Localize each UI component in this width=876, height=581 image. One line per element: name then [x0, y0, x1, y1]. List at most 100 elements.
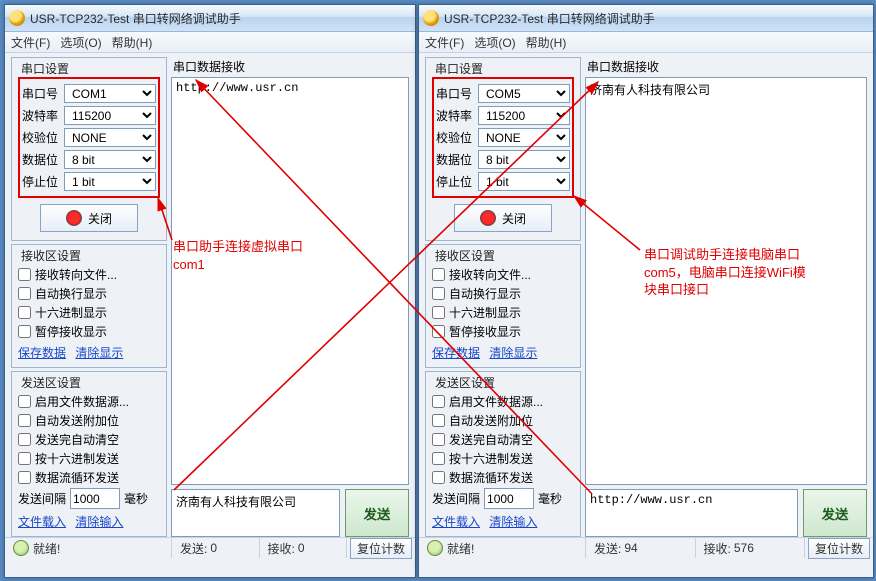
serial-parity-select[interactable]: NONE [64, 128, 156, 147]
send-settings-group: 发送区设置 启用文件数据源... 自动发送附加位 发送完自动清空 按十六进制发送… [425, 371, 581, 537]
checkbox[interactable] [432, 452, 445, 465]
send-opt-label: 发送完自动清空 [35, 431, 119, 448]
recv-opt-label: 自动换行显示 [35, 285, 107, 302]
save-data-link[interactable]: 保存数据 [18, 346, 66, 360]
menu-help[interactable]: 帮助(H) [112, 34, 153, 51]
checkbox[interactable] [432, 395, 445, 408]
reset-count-button[interactable]: 复位计数 [350, 538, 412, 559]
serial-data-select[interactable]: 8 bit [64, 150, 156, 169]
record-icon [66, 210, 82, 226]
serial-settings-group: 串口设置 串口号 COM5 波特率 115200 校验位 NONE 数据位 8 [425, 57, 581, 241]
send-opt[interactable]: 启用文件数据源... [432, 393, 574, 410]
titlebar[interactable]: USR-TCP232-Test 串口转网络调试助手 [419, 5, 873, 32]
recv-opt[interactable]: 暂停接收显示 [432, 323, 574, 340]
checkbox[interactable] [18, 414, 31, 427]
recv-opt[interactable]: 自动换行显示 [432, 285, 574, 302]
rx-textarea[interactable]: 济南有人科技有限公司 [585, 77, 867, 485]
recv-legend: 接收区设置 [432, 247, 498, 264]
serial-stop-label: 停止位 [22, 173, 64, 190]
serial-legend: 串口设置 [432, 60, 486, 77]
checkbox[interactable] [432, 471, 445, 484]
reset-count-button[interactable]: 复位计数 [808, 538, 870, 559]
interval-input[interactable] [70, 488, 120, 509]
checkbox[interactable] [432, 306, 445, 319]
titlebar[interactable]: USR-TCP232-Test 串口转网络调试助手 [5, 5, 415, 32]
serial-port-select[interactable]: COM5 [478, 84, 570, 103]
recv-settings-group: 接收区设置 接收转向文件... 自动换行显示 十六进制显示 暂停接收显示 保存数… [11, 244, 167, 368]
serial-data-row: 数据位 8 bit [22, 150, 156, 169]
checkbox[interactable] [18, 325, 31, 338]
recv-settings-group: 接收区设置 接收转向文件... 自动换行显示 十六进制显示 暂停接收显示 保存数… [425, 244, 581, 368]
serial-settings-group: 串口设置 串口号 COM1 波特率 115200 校验位 NONE 数据位 8 [11, 57, 167, 241]
send-button[interactable]: 发送 [345, 489, 409, 537]
send-opt[interactable]: 发送完自动清空 [18, 431, 160, 448]
checkbox[interactable] [18, 287, 31, 300]
send-opt[interactable]: 启用文件数据源... [18, 393, 160, 410]
send-opt[interactable]: 按十六进制发送 [432, 450, 574, 467]
send-opt[interactable]: 自动发送附加位 [432, 412, 574, 429]
tx-textarea[interactable]: http://www.usr.cn [585, 489, 798, 537]
menu-file[interactable]: 文件(F) [11, 34, 50, 51]
serial-parity-select[interactable]: NONE [478, 128, 570, 147]
serial-parity-label: 校验位 [22, 129, 64, 146]
clear-input-link[interactable]: 清除输入 [489, 515, 537, 529]
close-port-button[interactable]: 关闭 [454, 204, 552, 232]
checkbox[interactable] [18, 452, 31, 465]
checkbox[interactable] [18, 306, 31, 319]
serial-data-label: 数据位 [22, 151, 64, 168]
recv-opt[interactable]: 自动换行显示 [18, 285, 160, 302]
menu-help[interactable]: 帮助(H) [526, 34, 567, 51]
save-data-link[interactable]: 保存数据 [432, 346, 480, 360]
send-opt[interactable]: 自动发送附加位 [18, 412, 160, 429]
checkbox[interactable] [432, 287, 445, 300]
checkbox[interactable] [18, 433, 31, 446]
send-opt[interactable]: 按十六进制发送 [18, 450, 160, 467]
serial-port-row: 串口号 COM1 [22, 84, 156, 103]
recv-opt[interactable]: 暂停接收显示 [18, 323, 160, 340]
checkbox[interactable] [432, 414, 445, 427]
status-ready: 就绪! [447, 540, 474, 557]
serial-baud-row: 波特率 115200 [436, 106, 570, 125]
clear-input-link[interactable]: 清除输入 [75, 515, 123, 529]
send-opt-label: 数据流循环发送 [449, 469, 533, 486]
serial-port-select[interactable]: COM1 [64, 84, 156, 103]
serial-stop-select[interactable]: 1 bit [478, 172, 570, 191]
recv-opt[interactable]: 十六进制显示 [432, 304, 574, 321]
interval-label: 发送间隔 [432, 490, 480, 507]
tx-textarea[interactable]: 济南有人科技有限公司 [171, 489, 340, 537]
clear-display-link[interactable]: 清除显示 [75, 346, 123, 360]
close-label: 关闭 [502, 210, 526, 227]
checkbox[interactable] [432, 433, 445, 446]
checkbox[interactable] [18, 471, 31, 484]
close-port-button[interactable]: 关闭 [40, 204, 138, 232]
menu-file[interactable]: 文件(F) [425, 34, 464, 51]
send-opt-label: 自动发送附加位 [35, 412, 119, 429]
recv-opt-label: 十六进制显示 [35, 304, 107, 321]
serial-port-label: 串口号 [22, 85, 64, 102]
recv-opt[interactable]: 接收转向文件... [432, 266, 574, 283]
send-opt[interactable]: 数据流循环发送 [432, 469, 574, 486]
recv-opt[interactable]: 十六进制显示 [18, 304, 160, 321]
send-button[interactable]: 发送 [803, 489, 867, 537]
ready-icon [13, 540, 29, 556]
send-opt[interactable]: 发送完自动清空 [432, 431, 574, 448]
serial-baud-select[interactable]: 115200 [478, 106, 570, 125]
app-icon [423, 10, 439, 26]
serial-stop-select[interactable]: 1 bit [64, 172, 156, 191]
menu-options[interactable]: 选项(O) [474, 34, 515, 51]
checkbox[interactable] [432, 325, 445, 338]
serial-data-select[interactable]: 8 bit [478, 150, 570, 169]
serial-baud-select[interactable]: 115200 [64, 106, 156, 125]
menu-options[interactable]: 选项(O) [60, 34, 101, 51]
recv-opt[interactable]: 接收转向文件... [18, 266, 160, 283]
interval-input[interactable] [484, 488, 534, 509]
send-opt[interactable]: 数据流循环发送 [18, 469, 160, 486]
checkbox[interactable] [18, 268, 31, 281]
checkbox[interactable] [432, 268, 445, 281]
file-load-link[interactable]: 文件载入 [18, 515, 66, 529]
file-load-link[interactable]: 文件载入 [432, 515, 480, 529]
app-icon [9, 10, 25, 26]
clear-display-link[interactable]: 清除显示 [489, 346, 537, 360]
rx-textarea[interactable]: http://www.usr.cn [171, 77, 409, 485]
checkbox[interactable] [18, 395, 31, 408]
